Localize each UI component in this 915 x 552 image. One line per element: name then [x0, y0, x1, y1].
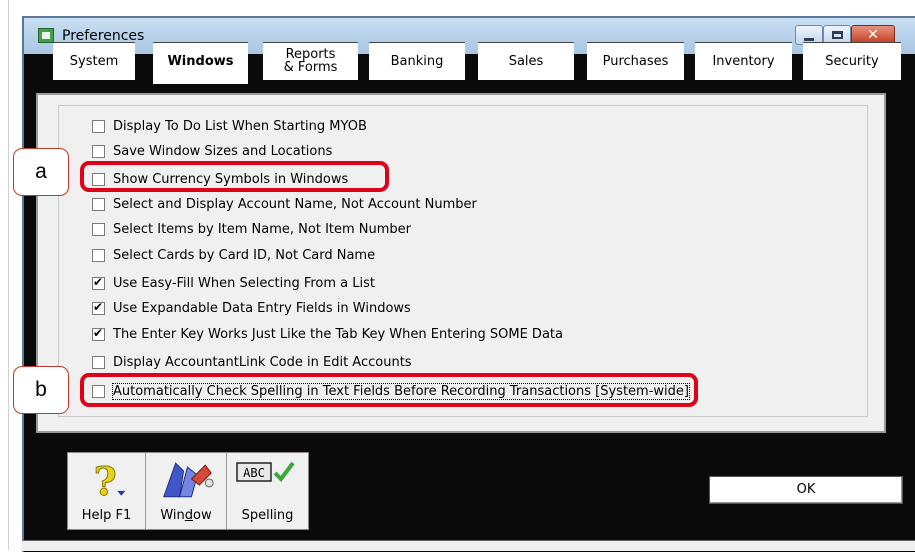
option-select-cards-by-id[interactable]: Select Cards by Card ID, Not Card Name [92, 246, 375, 264]
help-icon: ? [93, 458, 126, 501]
checkbox[interactable] [92, 144, 105, 158]
tab-label: Windows [167, 54, 234, 69]
tab-label: System [69, 54, 119, 69]
tab-label: Security [825, 54, 879, 69]
highlight-box-b [80, 373, 698, 407]
option-label: The Enter Key Works Just Like the Tab Ke… [113, 326, 563, 342]
window-bottom-edge [22, 540, 915, 551]
tab-label: Reports & Forms [263, 43, 358, 74]
tab-label: Inventory [712, 54, 775, 69]
left-divider [8, 0, 9, 550]
help-label: Help F1 [81, 508, 132, 523]
option-select-account-name[interactable]: Select and Display Account Name, Not Acc… [92, 195, 477, 213]
ok-button[interactable]: OK [709, 476, 903, 504]
option-label: Select Cards by Card ID, Not Card Name [113, 247, 376, 263]
checkbox[interactable] [92, 119, 105, 133]
checkbox[interactable] [92, 197, 105, 211]
tab-security[interactable]: Security [803, 42, 901, 80]
window-button[interactable]: Window [146, 453, 227, 529]
checkbox-checked[interactable] [92, 300, 105, 315]
spelling-label: Spelling [241, 508, 294, 523]
option-accountantlink-code[interactable]: Display AccountantLink Code in Edit Acco… [92, 353, 412, 371]
abc-text: ABC [243, 466, 265, 480]
highlight-box-a [80, 161, 389, 192]
tab-label: Purchases [602, 54, 669, 69]
option-label: Use Expandable Data Entry Fields in Wind… [113, 300, 411, 316]
svg-text:?: ? [94, 459, 117, 501]
checkbox-checked[interactable] [92, 326, 105, 341]
bottom-toolbar: ? Help F1 Window ABC Spelling [67, 452, 309, 530]
maximize-icon [832, 31, 843, 39]
option-enter-key-tab[interactable]: The Enter Key Works Just Like the Tab Ke… [92, 325, 563, 343]
tab-windows[interactable]: Windows [153, 42, 248, 84]
checkbox[interactable] [92, 248, 105, 262]
option-label: Select Items by Item Name, Not Item Numb… [113, 221, 412, 237]
tab-label: Sales [508, 54, 544, 69]
tab-label: Banking [390, 54, 444, 69]
checkbox[interactable] [92, 222, 105, 236]
tab-purchases[interactable]: Purchases [587, 42, 684, 80]
checkbox[interactable] [92, 355, 105, 369]
help-button[interactable]: ? Help F1 [68, 453, 146, 529]
window-icon [163, 462, 214, 498]
tab-reports-forms[interactable]: Reports & Forms [263, 42, 358, 80]
tab-banking[interactable]: Banking [369, 42, 465, 80]
callout-b: b [13, 366, 69, 414]
tab-inventory[interactable]: Inventory [695, 42, 792, 80]
option-expandable-fields[interactable]: Use Expandable Data Entry Fields in Wind… [92, 299, 411, 317]
option-save-window-sizes[interactable]: Save Window Sizes and Locations [92, 142, 332, 160]
spelling-icon: ABC [236, 461, 295, 483]
option-label: Display AccountantLink Code in Edit Acco… [113, 354, 412, 370]
checkbox-checked[interactable] [92, 275, 105, 290]
app-icon [38, 28, 54, 43]
option-label: Display To Do List When Starting MYOB [113, 118, 367, 134]
left-margin [0, 0, 22, 550]
window-label: Window [160, 508, 212, 523]
option-label: Select and Display Account Name, Not Acc… [113, 196, 477, 212]
callout-a: a [13, 148, 69, 196]
minimize-icon [804, 38, 814, 41]
tab-sales[interactable]: Sales [478, 42, 574, 80]
option-label: Use Easy-Fill When Selecting From a List [113, 275, 375, 291]
tab-system[interactable]: System [53, 42, 135, 80]
option-label: Save Window Sizes and Locations [113, 143, 333, 159]
spelling-button[interactable]: ABC Spelling [227, 453, 308, 529]
option-display-todo-list[interactable]: Display To Do List When Starting MYOB [92, 117, 367, 135]
option-easy-fill[interactable]: Use Easy-Fill When Selecting From a List [92, 274, 375, 292]
tab-label-line2: & Forms [283, 60, 338, 75]
option-select-items-by-name[interactable]: Select Items by Item Name, Not Item Numb… [92, 220, 411, 238]
